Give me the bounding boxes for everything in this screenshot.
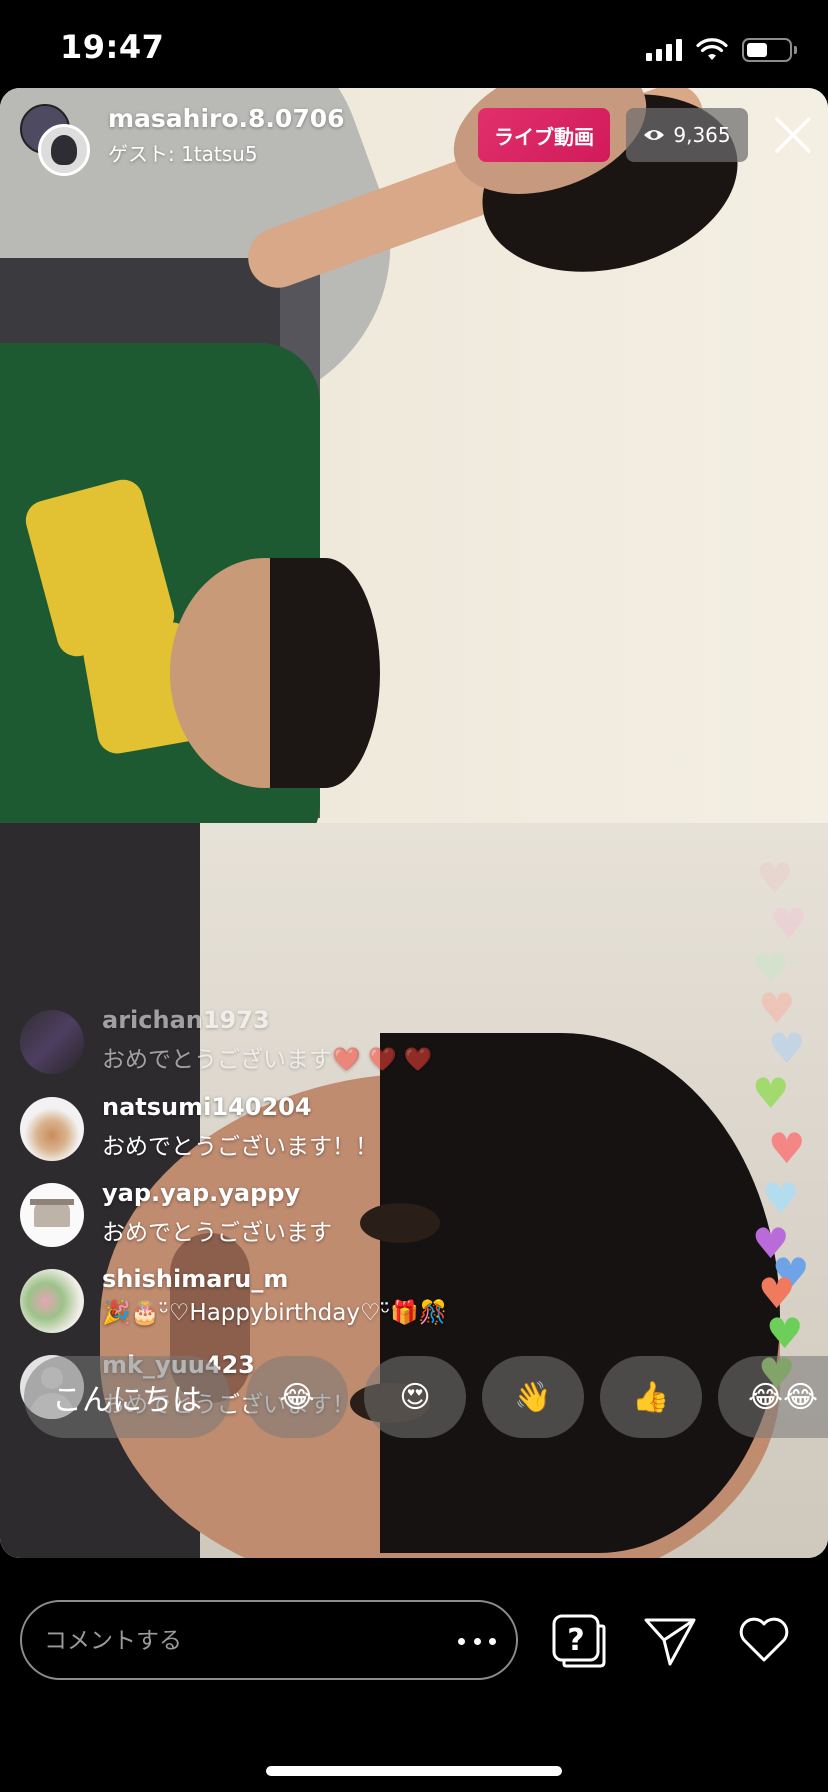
commenter-avatar[interactable] xyxy=(20,1269,84,1333)
quick-reply-emoji[interactable]: 😂 xyxy=(246,1356,348,1438)
commenter-avatar[interactable] xyxy=(20,1183,84,1247)
host-username[interactable]: masahiro.8.0706 xyxy=(108,104,345,133)
comment-input[interactable] xyxy=(42,1622,406,1660)
commenter-avatar[interactable] xyxy=(20,1097,84,1161)
comment-username[interactable]: natsumi140204 xyxy=(102,1093,312,1121)
eye-icon xyxy=(644,130,665,140)
comment-username[interactable]: shishimaru_m xyxy=(102,1265,288,1293)
cellular-signal-icon xyxy=(646,39,682,61)
home-indicator[interactable] xyxy=(266,1766,562,1776)
comment-text: 🎉🎂ᵕ̈♡Happybirthday♡ᵕ̈🎁🎊 xyxy=(102,1300,448,1326)
quick-reply-greeting[interactable]: こんにちは xyxy=(24,1356,230,1438)
comment-item: arichan1973 おめでとうございます❤️ ❤️ ❤️ xyxy=(20,1006,660,1076)
svg-text:?: ? xyxy=(567,1623,584,1658)
status-time: 19:47 xyxy=(60,28,165,66)
heart-outline-icon[interactable] xyxy=(734,1610,794,1670)
comment-text: おめでとうございます！！ xyxy=(102,1134,378,1160)
live-video-area: masahiro.8.0706 ゲスト: 1tatsu5 ライブ動画 9,365… xyxy=(0,88,828,1558)
comment-item: yap.yap.yappy おめでとうございます xyxy=(20,1179,660,1249)
battery-icon xyxy=(742,38,797,62)
commenter-avatar[interactable] xyxy=(20,1010,84,1074)
viewer-count: 9,365 xyxy=(673,123,731,147)
send-paper-plane-icon[interactable] xyxy=(640,1610,700,1670)
comment-username[interactable]: arichan1973 xyxy=(102,1006,270,1034)
quick-reply-emoji[interactable]: 😂😂 xyxy=(718,1356,828,1438)
quick-reply-emoji[interactable]: 😍 xyxy=(364,1356,466,1438)
question-sticker-icon[interactable]: ? xyxy=(548,1610,608,1670)
comment-username[interactable]: yap.yap.yappy xyxy=(102,1179,300,1207)
viewer-count-badge[interactable]: 9,365 xyxy=(626,108,748,162)
status-bar: 19:47 xyxy=(0,0,828,88)
comment-item: shishimaru_m 🎉🎂ᵕ̈♡Happybirthday♡ᵕ̈🎁🎊 xyxy=(20,1265,660,1335)
close-icon[interactable] xyxy=(768,110,818,160)
status-icons xyxy=(646,36,797,64)
quick-reply-emoji[interactable]: 👍 xyxy=(600,1356,702,1438)
comment-item: natsumi140204 おめでとうございます！！ xyxy=(20,1093,660,1163)
wifi-icon xyxy=(696,38,728,60)
live-badge: ライブ動画 xyxy=(478,108,610,162)
host-video-feed xyxy=(0,88,828,823)
comment-field[interactable] xyxy=(20,1600,518,1680)
comment-text: おめでとうございます❤️ ❤️ ❤️ xyxy=(102,1047,433,1073)
more-options-icon[interactable] xyxy=(458,1624,496,1658)
guest-label[interactable]: ゲスト: 1tatsu5 xyxy=(108,138,258,167)
comment-text: おめでとうございます xyxy=(102,1220,332,1246)
guest-avatar-image xyxy=(38,124,90,176)
quick-reply-emoji[interactable]: 👋 xyxy=(482,1356,584,1438)
host-avatar[interactable] xyxy=(20,104,90,176)
